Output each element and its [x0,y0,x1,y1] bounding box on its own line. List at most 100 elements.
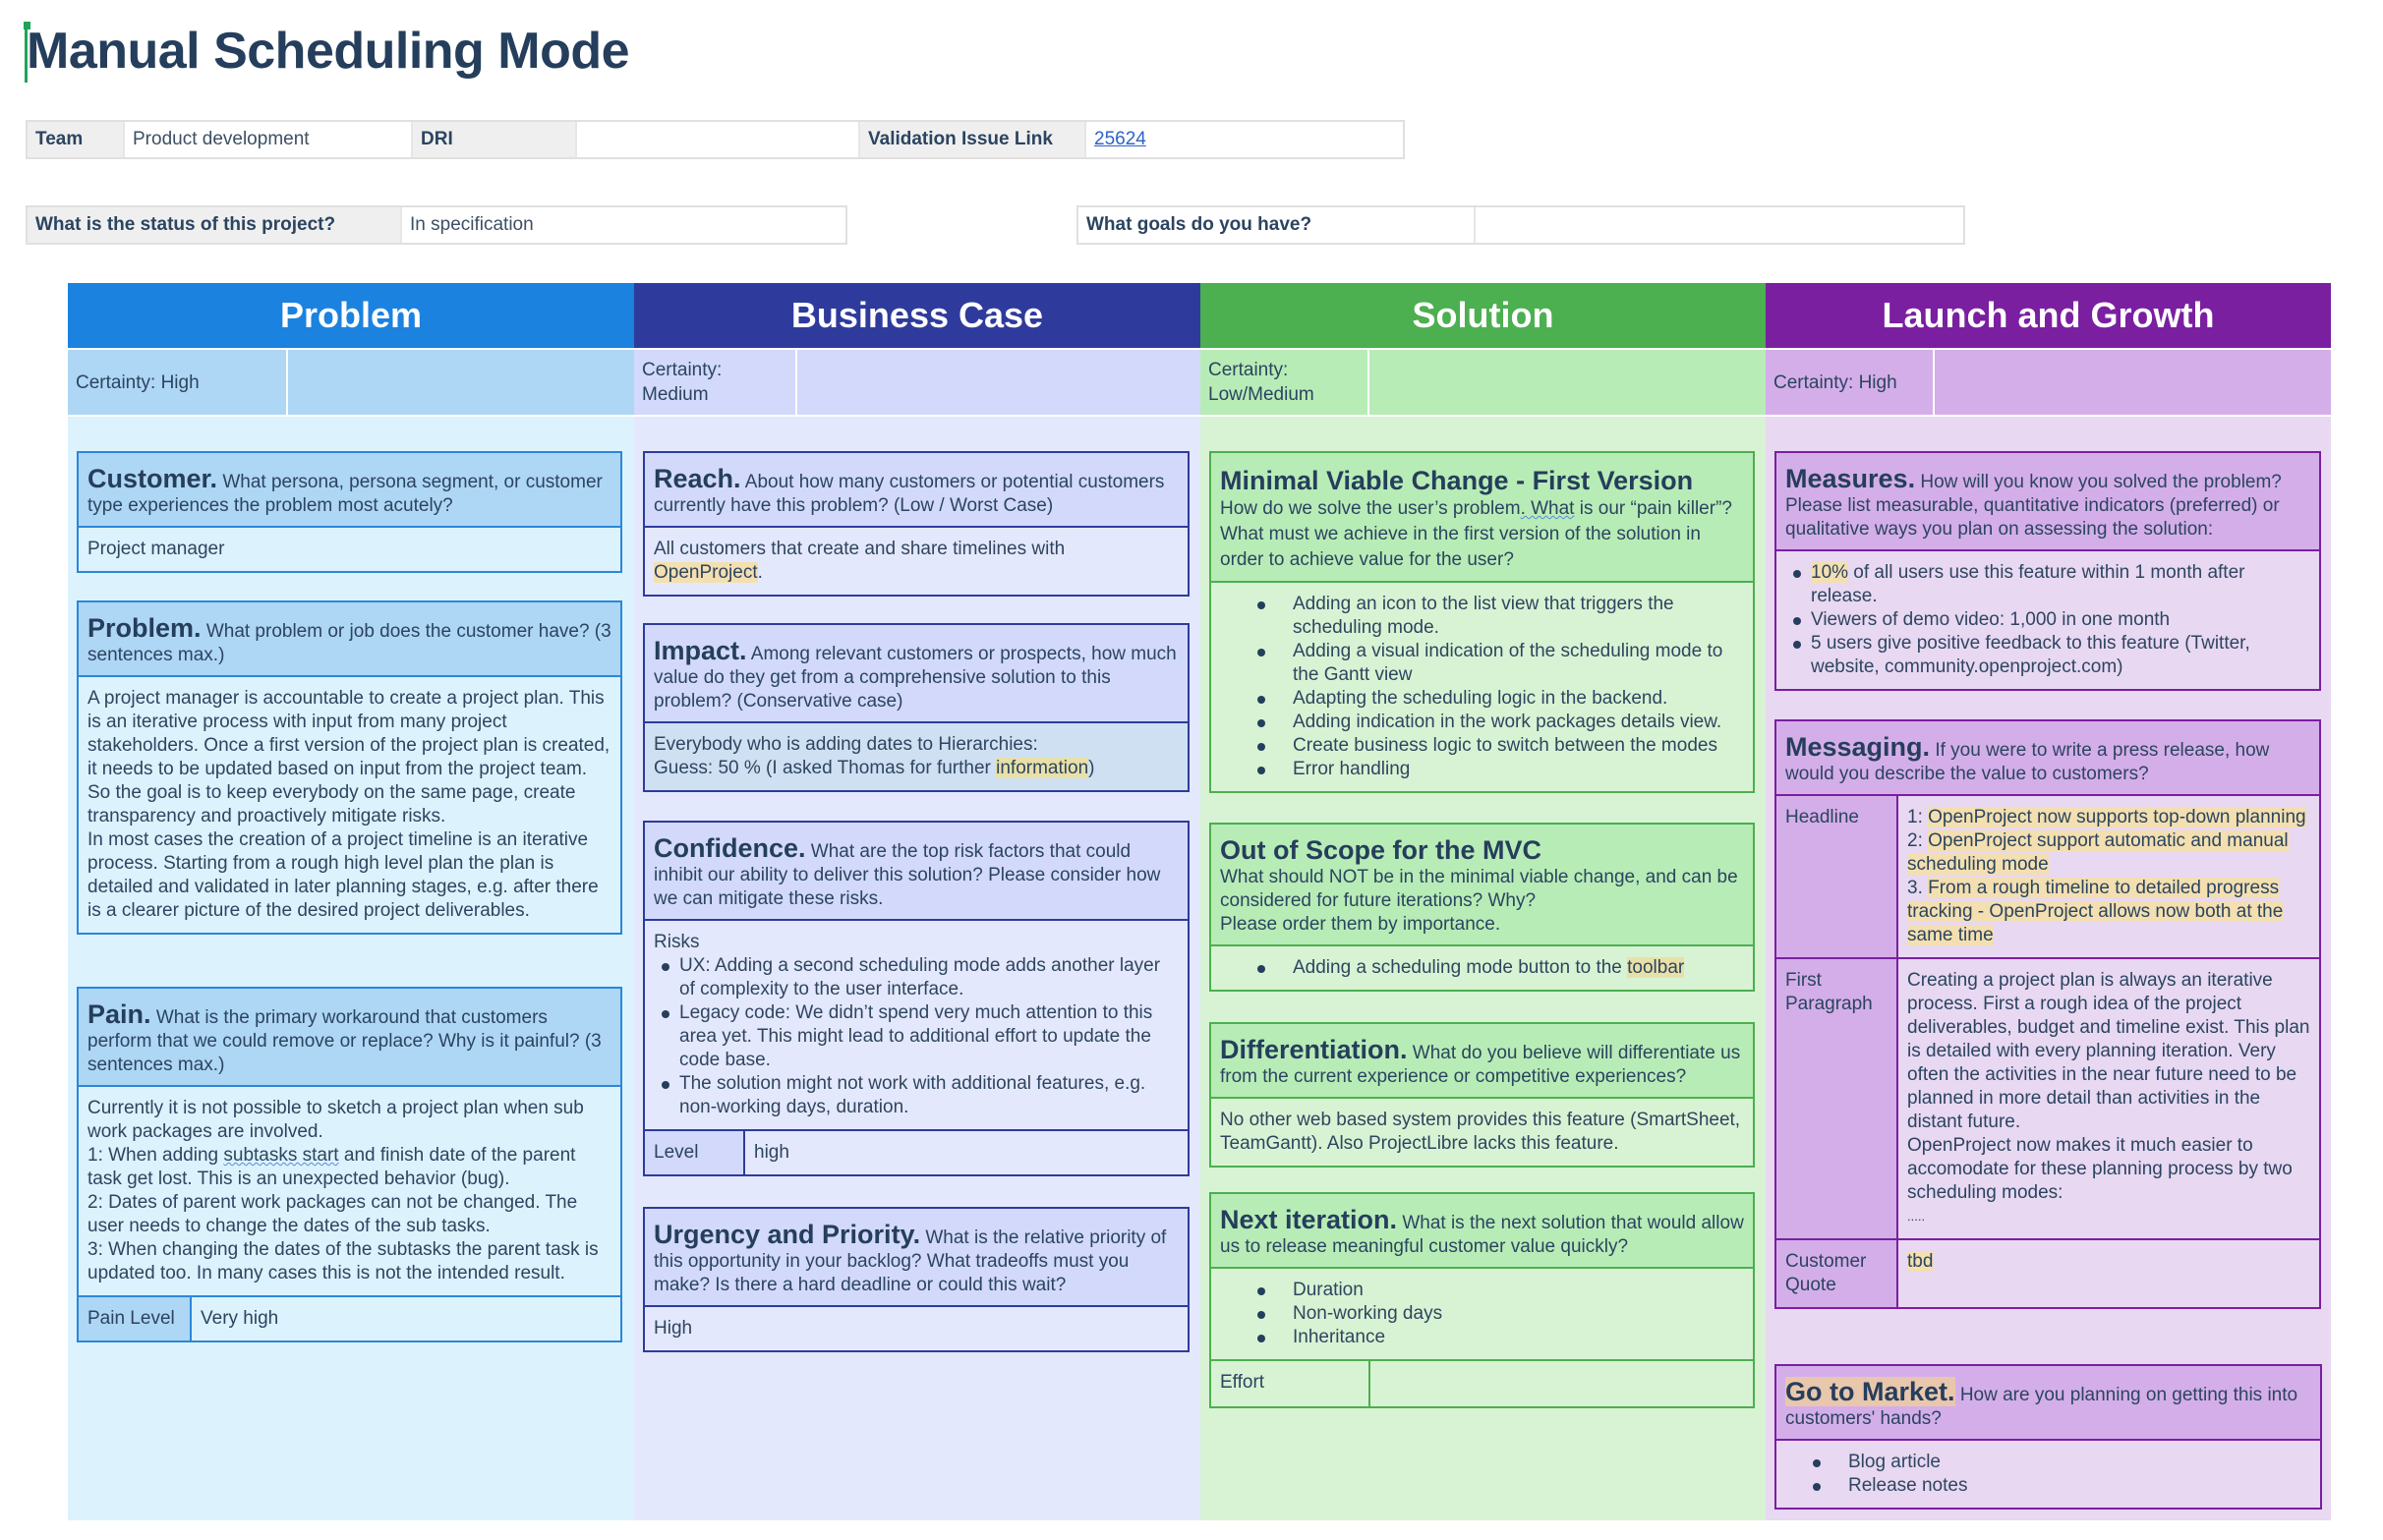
solution-certainty-note[interactable] [1369,350,1766,415]
impact-text: ) [1088,758,1095,778]
pain-level-label: Pain Level [79,1297,190,1340]
solution-certainty[interactable]: Certainty: Low/Medium [1200,350,1369,415]
pain-answer[interactable]: Currently it is not possible to sketch a… [79,1087,620,1295]
problem-answer-para: In most cases the creation of a project … [87,829,599,921]
reach-highlight[interactable]: OpenProject [654,562,758,583]
measure-item: Viewers of demo video: 1,000 in one mont… [1789,608,2310,632]
goals-label: What goals do you have? [1078,207,1476,243]
go-to-market-card: Go to Market. How are you planning on ge… [1774,1364,2322,1510]
spellcheck-word[interactable]: . What [1521,498,1575,519]
out-of-scope-question-2: Please order them by importance. [1220,914,1501,935]
problem-certainty-note[interactable] [288,350,634,415]
reach-answer[interactable]: All customers that create and share time… [645,528,1188,595]
mvc-card: Minimal Viable Change - First Version Ho… [1209,451,1755,793]
headline-label: Headline [1776,796,1896,957]
next-iteration-item: Non-working days [1220,1302,1744,1326]
out-of-scope-question: What should NOT be in the minimal viable… [1220,867,1738,911]
dri-label: DRI [413,122,577,157]
differentiation-answer[interactable]: No other web based system provides this … [1211,1099,1753,1166]
first-paragraph-value[interactable]: Creating a project plan is always an ite… [1896,959,2319,1238]
launch-certainty-note[interactable] [1935,350,2331,415]
customer-quote-value[interactable]: tbd [1896,1240,2319,1307]
pain-level-value[interactable]: Very high [190,1297,620,1340]
next-iteration-answer[interactable]: Duration Non-working days Inheritance [1211,1269,1753,1359]
first-paragraph-text: OpenProject now makes it much easier to … [1907,1135,2293,1203]
out-of-scope-highlight[interactable]: toolbar [1627,957,1685,978]
confidence-title: Confidence. [654,833,806,863]
problem-certainty-row: Certainty: High [68,348,634,417]
confidence-answer[interactable]: Risks UX: Adding a second scheduling mod… [645,921,1188,1129]
status-value[interactable]: In specification [402,207,845,243]
business-certainty[interactable]: Certainty: Medium [634,350,797,415]
problem-answer[interactable]: A project manager is accountable to crea… [79,677,620,933]
first-paragraph-row: First Paragraph Creating a project plan … [1776,957,2319,1238]
pain-title: Pain. [87,999,151,1029]
mvc-answer[interactable]: Adding an icon to the list view that tri… [1211,583,1753,791]
business-certainty-row: Certainty: Medium [634,348,1200,417]
go-to-market-item: Release notes [1775,1474,2311,1498]
measures-card-header: Measures. How will you know you solved t… [1776,453,2319,551]
customer-answer[interactable]: Project manager [79,528,620,571]
effort-value[interactable] [1368,1361,1753,1406]
go-to-market-list: Blog article Release notes [1775,1451,2311,1498]
customer-title: Customer. [87,464,218,493]
headline-item: 1: OpenProject now supports top-down pla… [1907,806,2310,829]
measure-item: 10% of all users use this feature within… [1789,561,2310,608]
measure-text: of all users use this feature within 1 m… [1811,562,2245,606]
confidence-level-value[interactable]: high [743,1131,1188,1174]
goals-table: What goals do you have? [1076,205,1965,245]
mvc-item: Error handling [1220,758,1744,781]
out-of-scope-title: Out of Scope for the MVC [1220,835,1541,865]
headline-item: 2: OpenProject support automatic and man… [1907,829,2310,877]
measure-highlight[interactable]: 10% [1811,562,1849,583]
headline-value[interactable]: 1: OpenProject now supports top-down pla… [1896,796,2319,957]
goals-value[interactable] [1476,207,1963,243]
urgency-answer[interactable]: High [645,1307,1188,1350]
headline-text: From a rough timeline to detailed progre… [1907,878,2284,945]
problem-certainty[interactable]: Certainty: High [68,350,288,415]
page-title[interactable]: Manual Scheduling Mode [27,22,630,81]
business-certainty-note[interactable] [797,350,1200,415]
mvc-card-header: Minimal Viable Change - First Version Ho… [1211,453,1753,583]
validation-issue-link[interactable]: 25624 [1094,129,1146,150]
impact-highlight[interactable]: information [996,758,1089,778]
out-of-scope-answer[interactable]: Adding a scheduling mode button to the t… [1211,946,1753,990]
problem-card: Problem. What problem or job does the cu… [77,600,622,935]
solution-column-title: Solution [1200,283,1766,348]
team-value[interactable]: Product development [125,122,413,157]
headline-text: OpenProject support automatic and manual… [1907,830,2289,875]
spellcheck-word[interactable]: subtasks start [223,1145,338,1166]
measures-list: 10% of all users use this feature within… [1785,561,2310,679]
go-to-market-answer[interactable]: Blog article Release notes [1776,1441,2320,1508]
impact-text: Guess: 50 % (I asked Thomas for further [654,758,997,778]
impact-card: Impact. Among relevant customers or pros… [643,623,1190,792]
risks-label: Risks [654,932,700,952]
problem-answer-para: A project manager is accountable to crea… [87,688,610,779]
messaging-title: Messaging. [1785,732,1931,762]
go-to-market-title: Go to Market. [1785,1377,1955,1406]
problem-title: Problem. [87,613,202,643]
impact-answer-line: Everybody who is adding dates to Hierarc… [654,734,1038,755]
headline-text: OpenProject now supports top-down planni… [1928,807,2306,827]
launch-certainty[interactable]: Certainty: High [1766,350,1935,415]
reach-card-header: Reach. About how many customers or poten… [645,453,1188,528]
differentiation-title: Differentiation. [1220,1035,1408,1064]
confidence-card-header: Confidence. What are the top risk factor… [645,823,1188,921]
reach-text: . [757,562,763,583]
measures-answer[interactable]: 10% of all users use this feature within… [1776,551,2319,689]
urgency-card-header: Urgency and Priority. What is the relati… [645,1209,1188,1307]
pain-card-header: Pain. What is the primary workaround tha… [79,989,620,1087]
team-label: Team [28,122,125,157]
pain-answer-para: 1: When adding subtasks start and finish… [87,1144,611,1191]
dri-value[interactable] [577,122,860,157]
pain-card: Pain. What is the primary workaround tha… [77,987,622,1342]
next-iteration-item: Duration [1220,1279,1744,1302]
mvc-item: Adapting the scheduling logic in the bac… [1220,687,1744,711]
impact-answer[interactable]: Everybody who is adding dates to Hierarc… [645,723,1188,790]
headline-row: Headline 1: OpenProject now supports top… [1776,796,2319,957]
next-iteration-item: Inheritance [1220,1326,1744,1349]
pain-question: What is the primary workaround that cust… [87,1007,602,1075]
impact-title: Impact. [654,636,747,665]
launch-growth-column-title: Launch and Growth [1766,283,2331,348]
mvc-title: Minimal Viable Change - First Version [1220,466,1694,495]
